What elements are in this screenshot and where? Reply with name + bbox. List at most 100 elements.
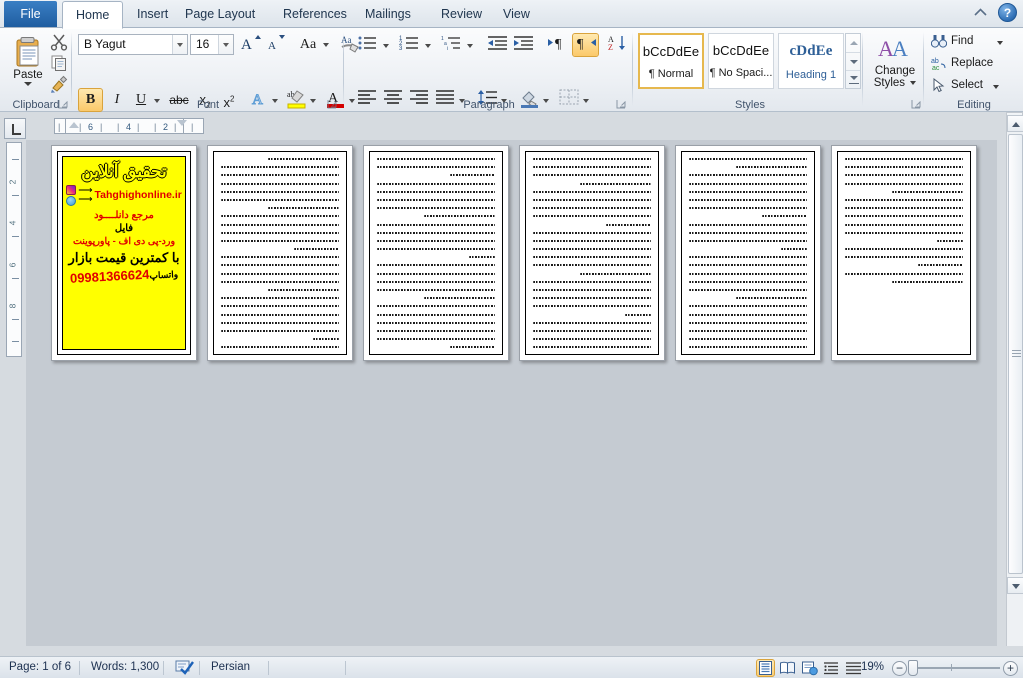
numbering-dropdown-arrow-icon[interactable] — [423, 34, 434, 56]
scroll-down-button[interactable] — [1007, 577, 1023, 594]
cut-button[interactable] — [50, 33, 70, 53]
style-name: Heading 1 — [785, 69, 837, 81]
styles-scroll-down-button[interactable] — [846, 53, 860, 72]
paragraph-dialog-launcher[interactable] — [616, 99, 627, 110]
tab-review[interactable]: Review — [428, 1, 495, 28]
page-3-content — [369, 151, 503, 355]
document-page-2[interactable] — [207, 145, 353, 361]
scrollbar-thumb[interactable] — [1008, 134, 1023, 574]
zoom-out-button[interactable]: − — [892, 661, 907, 676]
change-styles-button[interactable]: A A Change Styles — [868, 32, 922, 94]
document-page-6[interactable] — [831, 145, 977, 361]
page-2-content — [213, 151, 347, 355]
tab-home[interactable]: Home — [62, 1, 124, 29]
arrow-icon: ⟶ ⟶ — [78, 185, 93, 206]
ribbon-tab-strip: File Home Insert Page Layout References … — [0, 0, 1023, 29]
paste-button[interactable]: Paste — [6, 33, 50, 95]
font-size-combo[interactable]: 16 — [190, 34, 234, 55]
tab-page-layout[interactable]: Page Layout — [172, 1, 268, 28]
document-page-5[interactable] — [675, 145, 821, 361]
find-button[interactable]: Find — [929, 32, 1009, 52]
styles-more-button[interactable] — [846, 71, 860, 90]
shrink-font-button[interactable]: A — [265, 33, 289, 55]
select-button[interactable]: Select — [929, 76, 1009, 96]
bullets-icon — [357, 36, 379, 55]
bullets-button[interactable] — [355, 34, 381, 56]
change-styles-dropdown-arrow-icon[interactable] — [910, 80, 917, 85]
telegram-icon[interactable] — [66, 195, 77, 206]
zoom-slider-track[interactable] — [908, 667, 1000, 669]
tab-view[interactable]: View — [490, 1, 543, 28]
font-dialog-launcher[interactable] — [327, 99, 338, 110]
style-item-normal[interactable]: bCcDdEe ¶ Normal — [638, 33, 704, 89]
bullets-dropdown-arrow-icon[interactable] — [381, 34, 392, 56]
zoom-level-label[interactable]: 19% — [852, 657, 893, 678]
page-indicator[interactable]: Page: 1 of 6 — [0, 657, 80, 678]
full-screen-reading-view-button[interactable] — [779, 660, 796, 676]
format-painter-button[interactable] — [50, 75, 70, 95]
minimize-ribbon-icon[interactable] — [973, 6, 988, 19]
numbering-button[interactable]: 123 — [397, 34, 423, 56]
increase-indent-button[interactable] — [511, 34, 535, 56]
multilevel-list-button[interactable]: 1ai — [439, 34, 465, 56]
page-1-content: تحقیق آنلاین Tahghighonline.ir ⟶ ⟶ مرجع د… — [57, 151, 191, 355]
ad-website-url[interactable]: Tahghighonline.ir — [95, 189, 182, 201]
tab-stop-selector[interactable] — [4, 118, 26, 139]
vertical-scrollbar[interactable]: ▲̲ ● ▼̅ — [1006, 115, 1023, 646]
styles-gallery-scroll[interactable] — [845, 33, 861, 89]
styles-dialog-launcher[interactable] — [911, 99, 922, 110]
select-dropdown-arrow-icon[interactable] — [993, 85, 999, 89]
outline-view-button[interactable] — [823, 660, 840, 676]
language-indicator[interactable]: Persian — [202, 657, 259, 678]
tab-file[interactable]: File — [4, 1, 57, 27]
vertical-ruler[interactable]: 2 4 6 8 — [6, 142, 22, 357]
horizontal-ruler[interactable]: | | 6 | | 4 | | 2 | | — [54, 118, 204, 134]
paste-dropdown-arrow-icon[interactable] — [24, 82, 32, 86]
replace-button[interactable]: ab ac Replace — [929, 54, 1015, 74]
multilevel-list-dropdown-arrow-icon[interactable] — [465, 34, 476, 56]
word-count[interactable]: Words: 1,300 — [82, 657, 168, 678]
font-size-dropdown-arrow-icon[interactable] — [218, 35, 233, 54]
document-page-3[interactable] — [363, 145, 509, 361]
document-canvas[interactable]: تحقیق آنلاین Tahghighonline.ir ⟶ ⟶ مرجع د… — [26, 140, 997, 646]
zoom-in-button[interactable]: + — [1003, 661, 1018, 676]
sort-icon: A Z — [607, 35, 628, 55]
page-text-body — [689, 158, 807, 350]
style-item-no-spacing[interactable]: bCcDdEe ¶ No Spaci... — [708, 33, 774, 89]
instagram-icon[interactable] — [66, 184, 77, 195]
change-case-button[interactable]: Aa — [295, 33, 321, 55]
change-case-dropdown-arrow-icon[interactable] — [321, 33, 332, 55]
zoom-slider-handle[interactable] — [908, 660, 918, 676]
replace-label: Replace — [951, 57, 994, 69]
word-window: File Home Insert Page Layout References … — [0, 0, 1023, 678]
svg-text:3: 3 — [399, 46, 403, 52]
svg-text:ab: ab — [931, 58, 939, 65]
styles-scroll-up-button[interactable] — [846, 34, 860, 53]
document-page-4[interactable] — [519, 145, 665, 361]
rtl-text-direction-button[interactable]: ¶ — [572, 33, 599, 57]
tab-references[interactable]: References — [270, 1, 360, 28]
ltr-text-direction-button[interactable]: ¶ — [545, 34, 570, 56]
help-icon[interactable]: ? — [998, 3, 1017, 22]
document-page-1[interactable]: تحقیق آنلاین Tahghighonline.ir ⟶ ⟶ مرجع د… — [51, 145, 197, 361]
font-name-dropdown-arrow-icon[interactable] — [172, 35, 187, 54]
grow-font-button[interactable]: A — [239, 33, 263, 55]
font-name-combo[interactable]: B Yagut — [78, 34, 188, 55]
proofing-status-button[interactable] — [166, 657, 196, 678]
left-indent-marker[interactable] — [69, 122, 79, 128]
page-5-content — [681, 151, 815, 355]
find-dropdown-arrow-icon[interactable] — [997, 41, 1003, 45]
clipboard-dialog-launcher[interactable] — [58, 99, 69, 110]
copy-button[interactable] — [50, 54, 70, 74]
spell-check-icon — [175, 660, 195, 675]
print-layout-view-button[interactable] — [756, 659, 775, 677]
tab-mailings[interactable]: Mailings — [352, 1, 424, 28]
change-styles-label-2: Styles — [868, 77, 922, 89]
scroll-up-button[interactable] — [1007, 115, 1023, 132]
page-text-body — [533, 158, 651, 350]
decrease-indent-button[interactable] — [485, 34, 509, 56]
sort-button[interactable]: A Z — [605, 34, 629, 56]
web-layout-view-button[interactable] — [801, 660, 818, 676]
style-item-heading-1[interactable]: cDdEe Heading 1 — [778, 33, 844, 89]
right-indent-marker[interactable] — [177, 120, 187, 126]
